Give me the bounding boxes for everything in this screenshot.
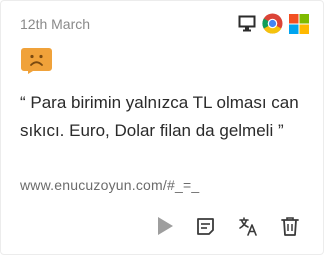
chrome-icon xyxy=(262,13,283,34)
desktop-icon xyxy=(238,15,256,32)
windows-icon xyxy=(289,13,309,34)
feedback-url[interactable]: www.enucuzoyun.com/#_=_ xyxy=(20,177,199,193)
card-actions xyxy=(156,215,299,237)
trash-icon[interactable] xyxy=(281,216,299,236)
feedback-quote: “ Para birimin yalnızca TL olması can sı… xyxy=(20,93,299,140)
sad-face-icon xyxy=(21,48,52,74)
play-icon[interactable] xyxy=(156,216,174,236)
platform-icons xyxy=(238,13,309,34)
feedback-card: 12th March “ Para birimin yalnızca TL ol… xyxy=(0,0,324,255)
translate-icon[interactable] xyxy=(237,215,259,237)
note-icon[interactable] xyxy=(196,217,215,236)
feedback-date: 12th March xyxy=(20,16,91,32)
